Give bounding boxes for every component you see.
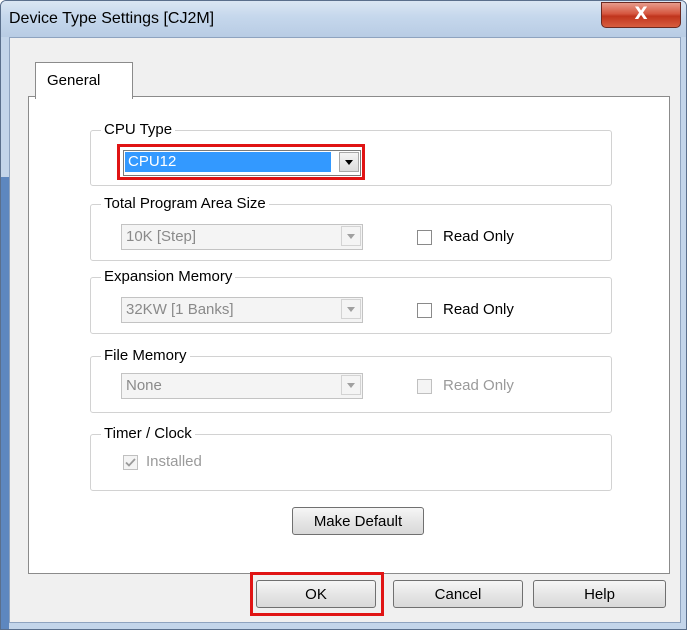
file-memory-read-only-label: Read Only [443,377,514,394]
window-frame-accent [1,177,9,629]
file-memory-value: None [126,377,162,394]
program-area-read-only-label: Read Only [443,228,514,245]
close-button[interactable]: X [601,2,681,28]
expansion-memory-dropdown-arrow [341,299,361,319]
timer-clock-group-label: Timer / Clock [101,425,195,443]
highlight-box-ok [250,572,384,616]
make-default-button[interactable]: Make Default [292,507,424,535]
tab-panel-general: CPU Type CPU12 Total Program Area Size 1… [28,96,670,574]
expansion-memory-read-only-checkbox[interactable] [417,303,432,318]
cpu-type-group-label: CPU Type [101,121,176,139]
timer-clock-installed-checkbox [123,455,138,470]
dialog-window: Device Type Settings [CJ2M] X General CP… [0,0,687,630]
chevron-down-icon [347,234,355,239]
expansion-memory-select: 32KW [1 Banks] [121,297,363,323]
file-memory-read-only-checkbox [417,379,432,394]
file-memory-dropdown-arrow [341,375,361,395]
file-memory-group: File Memory None Read Only [90,347,612,413]
timer-clock-installed-label: Installed [146,453,202,470]
expansion-memory-group: Expansion Memory 32KW [1 Banks] Read Onl… [90,268,612,334]
chevron-down-icon [347,307,355,312]
expansion-memory-value: 32KW [1 Banks] [126,301,234,318]
tab-general-label: General [47,72,101,89]
window-frame-left [1,37,9,629]
program-area-select: 10K [Step] [121,224,363,250]
title-bar[interactable]: Device Type Settings [CJ2M] X [1,1,686,37]
program-area-group-label: Total Program Area Size [101,195,269,213]
timer-clock-group: Timer / Clock Installed [90,425,612,491]
program-area-value: 10K [Step] [126,228,197,245]
program-area-read-only-checkbox[interactable] [417,230,432,245]
chevron-down-icon [347,383,355,388]
program-area-dropdown-arrow [341,226,361,246]
check-icon [125,458,136,467]
cancel-button[interactable]: Cancel [393,580,523,608]
expansion-memory-group-label: Expansion Memory [101,268,236,286]
expansion-memory-read-only-label: Read Only [443,301,514,318]
help-button[interactable]: Help [533,580,666,608]
window-title: Device Type Settings [CJ2M] [9,10,215,27]
file-memory-group-label: File Memory [101,347,190,365]
tab-general[interactable]: General [35,62,133,99]
file-memory-select: None [121,373,363,399]
program-area-group: Total Program Area Size 10K [Step] Read … [90,195,612,261]
close-icon: X [634,4,648,24]
cpu-type-group: CPU Type CPU12 [90,121,612,186]
highlight-box-cpu-type [117,144,365,180]
dialog-client-area: General CPU Type CPU12 Total Program Are… [9,37,681,623]
